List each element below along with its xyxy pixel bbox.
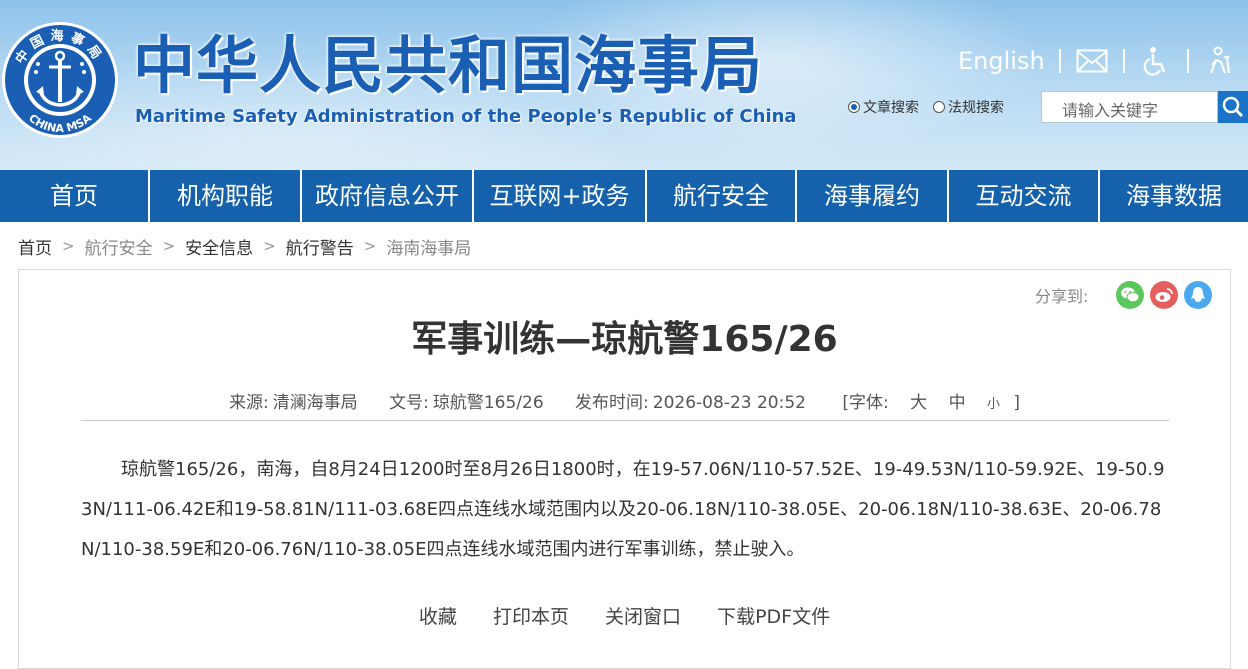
article-body: 琼航警165/26，南海，自8月24日1200时至8月26日1800时，在19-… (81, 459, 1165, 560)
article-actions: 收藏 打印本页 关闭窗口 下载PDF文件 (19, 602, 1230, 629)
nav-item-compliance[interactable]: 海事履约 (797, 170, 949, 222)
font-size-large[interactable]: 大 (910, 393, 927, 413)
search-option-article[interactable]: 文章搜索 (848, 97, 919, 117)
article-panel: 分享到: 军事训练—琼航警165/26 来源: 清澜海事局 文号: 琼航警165/2… (18, 269, 1231, 669)
docno-value: 琼航警165/26 (432, 393, 544, 413)
wechat-icon[interactable] (1116, 281, 1145, 309)
docno-label: 文号: (389, 393, 429, 413)
weibo-icon[interactable] (1150, 281, 1179, 309)
qq-icon[interactable] (1184, 281, 1213, 309)
radio-unselected[interactable] (933, 101, 945, 113)
nav-item-data[interactable]: 海事数据 (1100, 170, 1248, 222)
share-label: 分享到: (1035, 287, 1089, 306)
breadcrumb: 首页 > 航行安全 > 安全信息 > 航行警告 > 海南海事局 (18, 232, 471, 260)
breadcrumb-home[interactable]: 首页 (18, 234, 52, 259)
font-size-label: [字体: (842, 393, 889, 413)
article-meta: 来源: 清澜海事局 文号: 琼航警165/26 发布时间: 2026-08-23 20… (19, 388, 1230, 413)
search-input[interactable]: 请输入关键字 (1041, 91, 1218, 123)
publish-time-info: 发布时间: 2026-08-23 20:52 (575, 393, 806, 413)
share-bar: 分享到: (1035, 280, 1213, 310)
source-value: 清澜海事局 (272, 393, 358, 413)
site-header: 中国海事局 CHINA MSA 中华人民共和国海事局 Maritime Safe… (0, 0, 1248, 170)
radio-selected[interactable] (848, 101, 860, 113)
elderly-mode-icon[interactable] (1203, 44, 1237, 78)
breadcrumb-nav-warning[interactable]: 航行警告 (286, 234, 354, 259)
divider (1186, 49, 1189, 73)
chevron-right-icon: > (62, 237, 75, 255)
chevron-right-icon: > (263, 237, 276, 255)
source-info: 来源: 清澜海事局 (229, 393, 358, 413)
mail-icon[interactable] (1075, 44, 1109, 78)
publish-time-label: 发布时间: (575, 393, 649, 413)
article-title: 军事训练—琼航警165/26 (411, 319, 838, 360)
font-size-close: ] (1013, 393, 1021, 413)
print-button[interactable]: 打印本页 (493, 606, 569, 628)
nav-item-home[interactable]: 首页 (0, 170, 150, 222)
search-option-label: 文章搜索 (863, 100, 919, 116)
nav-item-interaction[interactable]: 互动交流 (949, 170, 1100, 222)
search-type-options: 文章搜索 法规搜索 (848, 96, 1018, 118)
publish-time-value: 2026-08-23 20:52 (652, 393, 806, 413)
site-subtitle: Maritime Safety Administration of the Pe… (135, 106, 797, 127)
favorite-button[interactable]: 收藏 (419, 606, 457, 628)
title-divider (81, 420, 1169, 421)
divider (1122, 49, 1125, 73)
font-size-small[interactable]: 小 (987, 397, 1000, 412)
breadcrumb-safety-info[interactable]: 安全信息 (185, 234, 253, 259)
main-nav: 首页 机构职能 政府信息公开 互联网+政务 航行安全 海事履约 互动交流 海事数… (0, 170, 1248, 222)
nav-item-internet-gov[interactable]: 互联网+政务 (474, 170, 647, 222)
english-link[interactable]: English (958, 44, 1045, 78)
search-icon (1222, 96, 1244, 118)
msa-emblem-icon[interactable]: 中国海事局 CHINA MSA (0, 20, 120, 140)
breadcrumb-hainan-msa[interactable]: 海南海事局 (386, 234, 471, 259)
accessibility-icon[interactable] (1139, 44, 1173, 78)
docno-info: 文号: 琼航警165/26 (389, 393, 544, 413)
site-title[interactable]: 中华人民共和国海事局 (133, 30, 763, 102)
breadcrumb-navigation-safety[interactable]: 航行安全 (85, 234, 153, 259)
chevron-right-icon: > (162, 237, 176, 255)
search-option-label: 法规搜索 (948, 100, 1004, 116)
top-links: English (958, 44, 1237, 78)
font-size-control: [字体: 大 中 小 ] (842, 393, 1020, 413)
close-window-button[interactable]: 关闭窗口 (605, 606, 681, 628)
font-size-medium[interactable]: 中 (949, 393, 966, 413)
chevron-right-icon: > (363, 237, 377, 255)
divider (1058, 49, 1061, 73)
nav-item-gov-info[interactable]: 政府信息公开 (302, 170, 474, 222)
source-label: 来源: (228, 393, 269, 413)
nav-item-functions[interactable]: 机构职能 (150, 170, 302, 222)
download-pdf-button[interactable]: 下载PDF文件 (717, 606, 830, 628)
search-button[interactable] (1218, 91, 1248, 123)
nav-item-navigation-safety[interactable]: 航行安全 (647, 170, 797, 222)
search-option-regulation[interactable]: 法规搜索 (933, 97, 1004, 117)
